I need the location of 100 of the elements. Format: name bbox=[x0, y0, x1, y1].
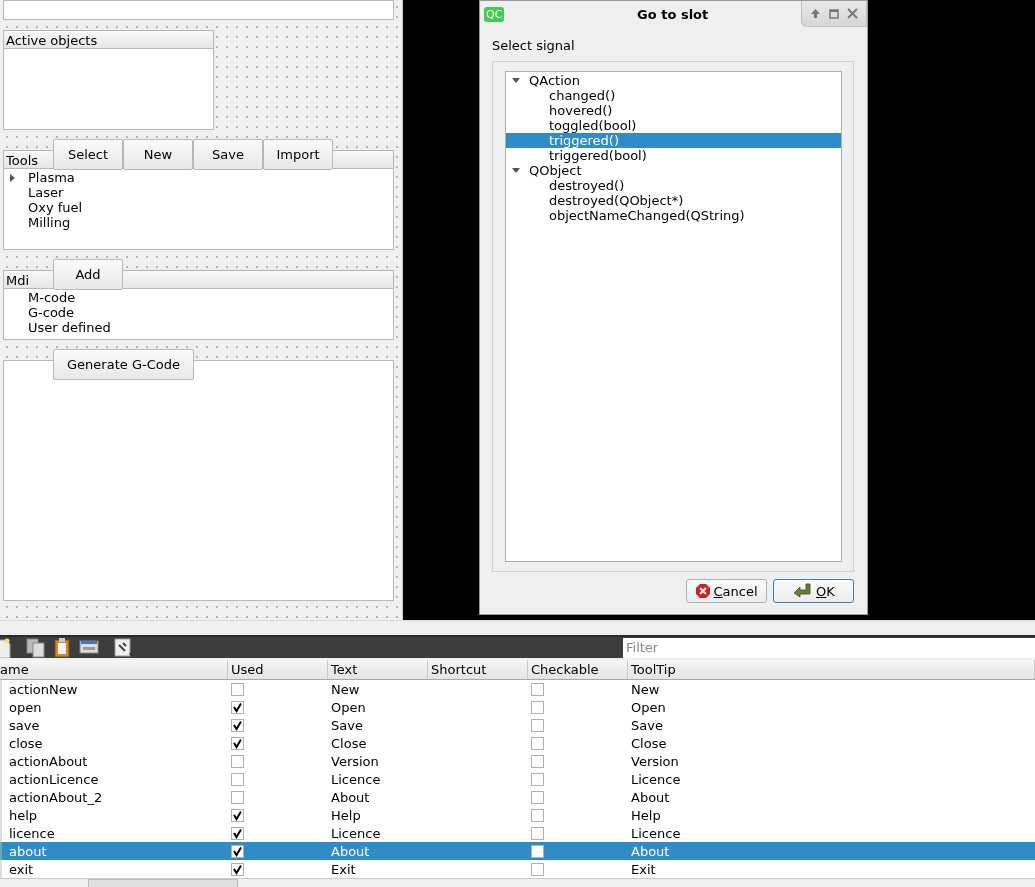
column-header[interactable]: Used bbox=[228, 660, 328, 679]
table-cell-text: Exit bbox=[630, 860, 657, 878]
column-header[interactable]: ToolTip bbox=[628, 660, 1035, 679]
close-icon bbox=[847, 8, 858, 19]
table-cell-text: Licence bbox=[330, 770, 382, 788]
checkbox[interactable] bbox=[231, 826, 244, 840]
table-cell-text: Licence bbox=[630, 770, 682, 788]
table-row[interactable]: actionNew New New bbox=[0, 680, 1035, 698]
tree-item[interactable]: Oxy fuel bbox=[28, 200, 83, 215]
signal-item[interactable]: triggered(bool) bbox=[506, 148, 841, 163]
signal-item[interactable]: hovered() bbox=[506, 103, 841, 118]
filter-field[interactable]: Filter bbox=[623, 637, 1035, 658]
column-header[interactable]: Checkable bbox=[528, 660, 628, 679]
signal-item[interactable]: toggled(bool) bbox=[506, 118, 841, 133]
checkbox[interactable] bbox=[531, 790, 544, 804]
text-area[interactable] bbox=[3, 0, 394, 20]
tree-item[interactable]: User defined bbox=[28, 320, 111, 335]
toolbar-button[interactable]: New bbox=[123, 139, 193, 170]
table-row[interactable]: close Close Close bbox=[0, 734, 1035, 752]
checkbox[interactable] bbox=[231, 808, 244, 822]
copy-icon bbox=[26, 637, 45, 658]
checkbox[interactable] bbox=[531, 862, 544, 876]
tree-item[interactable]: Milling bbox=[28, 215, 71, 230]
list-area[interactable] bbox=[3, 49, 214, 130]
checkbox[interactable] bbox=[231, 754, 244, 768]
table-row[interactable]: actionAbout Version Version bbox=[0, 752, 1035, 770]
tree-item[interactable]: M-code bbox=[28, 290, 76, 305]
checkbox[interactable] bbox=[231, 718, 244, 732]
output-area[interactable] bbox=[3, 360, 394, 601]
column-header[interactable]: Text bbox=[328, 660, 428, 679]
scrollbar-handle[interactable] bbox=[88, 879, 238, 887]
checkbox[interactable] bbox=[531, 826, 544, 840]
table-cell-text: Close bbox=[330, 734, 368, 752]
table-row[interactable]: actionAbout_2 About About bbox=[0, 788, 1035, 806]
table-row[interactable]: open Open Open bbox=[0, 698, 1035, 716]
checkbox[interactable] bbox=[231, 772, 244, 786]
table-row[interactable]: actionLicence Licence Licence bbox=[0, 770, 1035, 788]
ok-button[interactable]: OK bbox=[773, 579, 854, 603]
checkbox[interactable] bbox=[231, 682, 244, 696]
table-cell-text: Exit bbox=[330, 860, 357, 878]
table-cell-text: Help bbox=[630, 806, 662, 824]
signal-item[interactable]: destroyed(QObject*) bbox=[506, 193, 841, 208]
tree-item[interactable]: G-code bbox=[28, 305, 75, 320]
stop-icon bbox=[695, 583, 712, 599]
table-cell-text: Save bbox=[330, 716, 364, 734]
toolbar-button[interactable]: Select bbox=[53, 139, 123, 170]
table-row[interactable]: licence Licence Licence bbox=[0, 824, 1035, 842]
maximize-icon bbox=[829, 8, 839, 19]
toolbar-button[interactable]: Save bbox=[193, 139, 263, 170]
tree-group[interactable]: QObject bbox=[529, 163, 582, 178]
toolbar-button[interactable]: Add bbox=[53, 259, 123, 290]
group-title: Active objects bbox=[3, 30, 214, 49]
signal-item[interactable]: triggered() bbox=[506, 133, 841, 148]
column-header[interactable]: ame bbox=[0, 660, 228, 679]
app-logo: QC bbox=[484, 6, 505, 22]
tree-item[interactable]: Plasma bbox=[28, 170, 75, 185]
checkbox[interactable] bbox=[231, 790, 244, 804]
signal-item[interactable]: objectNameChanged(QString) bbox=[506, 208, 841, 223]
checkbox[interactable] bbox=[231, 862, 244, 876]
table-cell-text: Version bbox=[630, 752, 680, 770]
signal-item[interactable]: changed() bbox=[506, 88, 841, 103]
checkbox[interactable] bbox=[531, 808, 544, 822]
signal-item[interactable]: destroyed() bbox=[506, 178, 841, 193]
table-cell-text: Open bbox=[330, 698, 367, 716]
checkbox[interactable] bbox=[231, 700, 244, 714]
table-cell-text: Open bbox=[630, 698, 667, 716]
table-cell-text: About bbox=[630, 788, 671, 806]
scrollbar[interactable] bbox=[0, 878, 1035, 887]
table-cell-text: Licence bbox=[630, 824, 682, 842]
checkbox[interactable] bbox=[531, 844, 544, 858]
table-cell-text: About bbox=[630, 842, 671, 860]
column-header[interactable]: Shortcut bbox=[428, 660, 528, 679]
cancel-button[interactable]: Cancel bbox=[686, 579, 767, 603]
window-title: Go to slot bbox=[636, 6, 710, 22]
table-cell-text: New bbox=[330, 680, 361, 698]
checkbox[interactable] bbox=[531, 772, 544, 786]
new-file-icon bbox=[0, 637, 11, 658]
checkbox[interactable] bbox=[531, 754, 544, 768]
checkbox[interactable] bbox=[531, 700, 544, 714]
table-cell-text: Close bbox=[630, 734, 668, 752]
checkbox[interactable] bbox=[531, 718, 544, 732]
table-cell-text: About bbox=[330, 842, 371, 860]
table-row[interactable]: about About About bbox=[0, 842, 1035, 860]
tree-item[interactable]: Laser bbox=[28, 185, 64, 200]
checkbox[interactable] bbox=[531, 682, 544, 696]
tree-group[interactable]: QAction bbox=[529, 73, 580, 88]
toolbar-button[interactable]: Import bbox=[263, 139, 333, 170]
up-arrow-icon bbox=[810, 8, 821, 19]
table-row[interactable]: help Help Help bbox=[0, 806, 1035, 824]
generate-button[interactable]: Generate G-Code bbox=[53, 349, 194, 380]
checkbox[interactable] bbox=[531, 736, 544, 750]
table-row[interactable]: exit Exit Exit bbox=[0, 860, 1035, 878]
table-cell-text: Help bbox=[330, 806, 362, 824]
table-cell-text: Licence bbox=[330, 824, 382, 842]
table-cell-text: New bbox=[630, 680, 661, 698]
table-cell-text: Save bbox=[630, 716, 664, 734]
checkbox[interactable] bbox=[231, 844, 244, 858]
table-cell-text: Version bbox=[330, 752, 380, 770]
table-row[interactable]: save Save Save bbox=[0, 716, 1035, 734]
checkbox[interactable] bbox=[231, 736, 244, 750]
